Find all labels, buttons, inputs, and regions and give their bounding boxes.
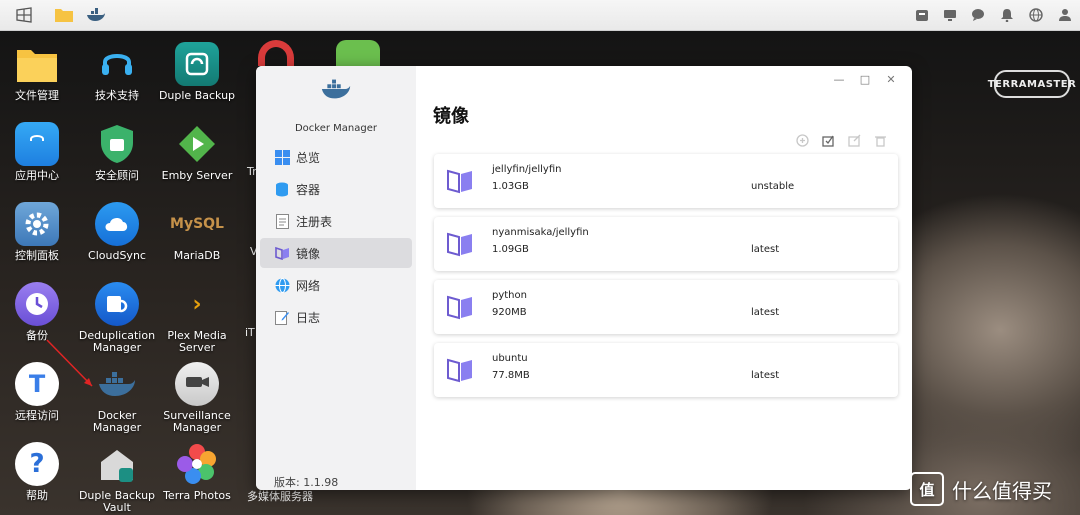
close-icon[interactable]: ✕ — [878, 70, 904, 88]
page-title: 镜像 — [433, 106, 469, 127]
minimize-icon[interactable]: — — [826, 70, 852, 88]
nav-label: 总览 — [296, 150, 321, 165]
nav-label: 镜像 — [296, 246, 321, 261]
nav-item-overview[interactable]: 总览 — [260, 142, 412, 172]
image-tag: latest — [751, 370, 780, 381]
export-icon[interactable] — [846, 132, 863, 149]
nav-item-images[interactable]: 镜像 — [260, 238, 412, 268]
import-icon[interactable] — [820, 132, 837, 149]
watermark-text: 什么值得买 — [952, 478, 1052, 503]
app-name: Docker Manager — [294, 123, 378, 134]
window-controls: — □ ✕ — [826, 70, 904, 88]
nav-label: 网络 — [296, 278, 321, 293]
network-icon — [274, 277, 290, 293]
image-card[interactable]: ubuntu 77.8MB latest — [434, 343, 898, 397]
image-size: 77.8MB — [492, 370, 530, 381]
docker-logo-icon — [256, 78, 416, 104]
image-icon — [447, 295, 472, 320]
sidebar: Docker Manager 总览 容器 注册表 镜像 网络 日志 版本: 1.… — [256, 66, 416, 490]
image-icon — [447, 232, 472, 257]
image-name: python — [492, 290, 527, 301]
image-icon — [274, 245, 290, 261]
container-icon — [274, 181, 290, 197]
image-size: 1.09GB — [492, 244, 529, 255]
image-name: ubuntu — [492, 353, 528, 364]
overview-icon — [274, 149, 290, 165]
image-tag: latest — [751, 307, 780, 318]
pull-icon[interactable] — [794, 132, 811, 149]
image-tag: latest — [751, 244, 780, 255]
log-icon — [274, 309, 290, 325]
nav-label: 日志 — [296, 310, 321, 325]
nav-label: 注册表 — [296, 214, 333, 229]
delete-icon[interactable] — [872, 132, 889, 149]
docker-manager-window: Docker Manager 总览 容器 注册表 镜像 网络 日志 版本: 1.… — [256, 66, 912, 490]
nav-item-containers[interactable]: 容器 — [260, 174, 412, 204]
image-size: 1.03GB — [492, 181, 529, 192]
image-tag: unstable — [751, 181, 795, 192]
nav-item-logs[interactable]: 日志 — [260, 302, 412, 332]
image-icon — [447, 169, 472, 194]
image-icon — [447, 358, 472, 383]
image-card[interactable]: nyanmisaka/jellyfin 1.09GB latest — [434, 217, 898, 271]
nav-item-network[interactable]: 网络 — [260, 270, 412, 300]
watermark-badge: 值 — [910, 472, 944, 506]
image-card[interactable]: jellyfin/jellyfin 1.03GB unstable — [434, 154, 898, 208]
watermark: 值 什么值得买 — [910, 472, 1052, 506]
registry-icon — [274, 213, 290, 229]
image-card[interactable]: python 920MB latest — [434, 280, 898, 334]
image-name: nyanmisaka/jellyfin — [492, 227, 589, 238]
version-text: 版本: 1.1.98 — [274, 476, 339, 489]
image-toolbar — [794, 132, 889, 149]
maximize-icon[interactable]: □ — [852, 70, 878, 88]
image-size: 920MB — [492, 307, 527, 318]
nav-label: 容器 — [296, 182, 321, 197]
nav-item-registry[interactable]: 注册表 — [260, 206, 412, 236]
image-name: jellyfin/jellyfin — [492, 164, 562, 175]
